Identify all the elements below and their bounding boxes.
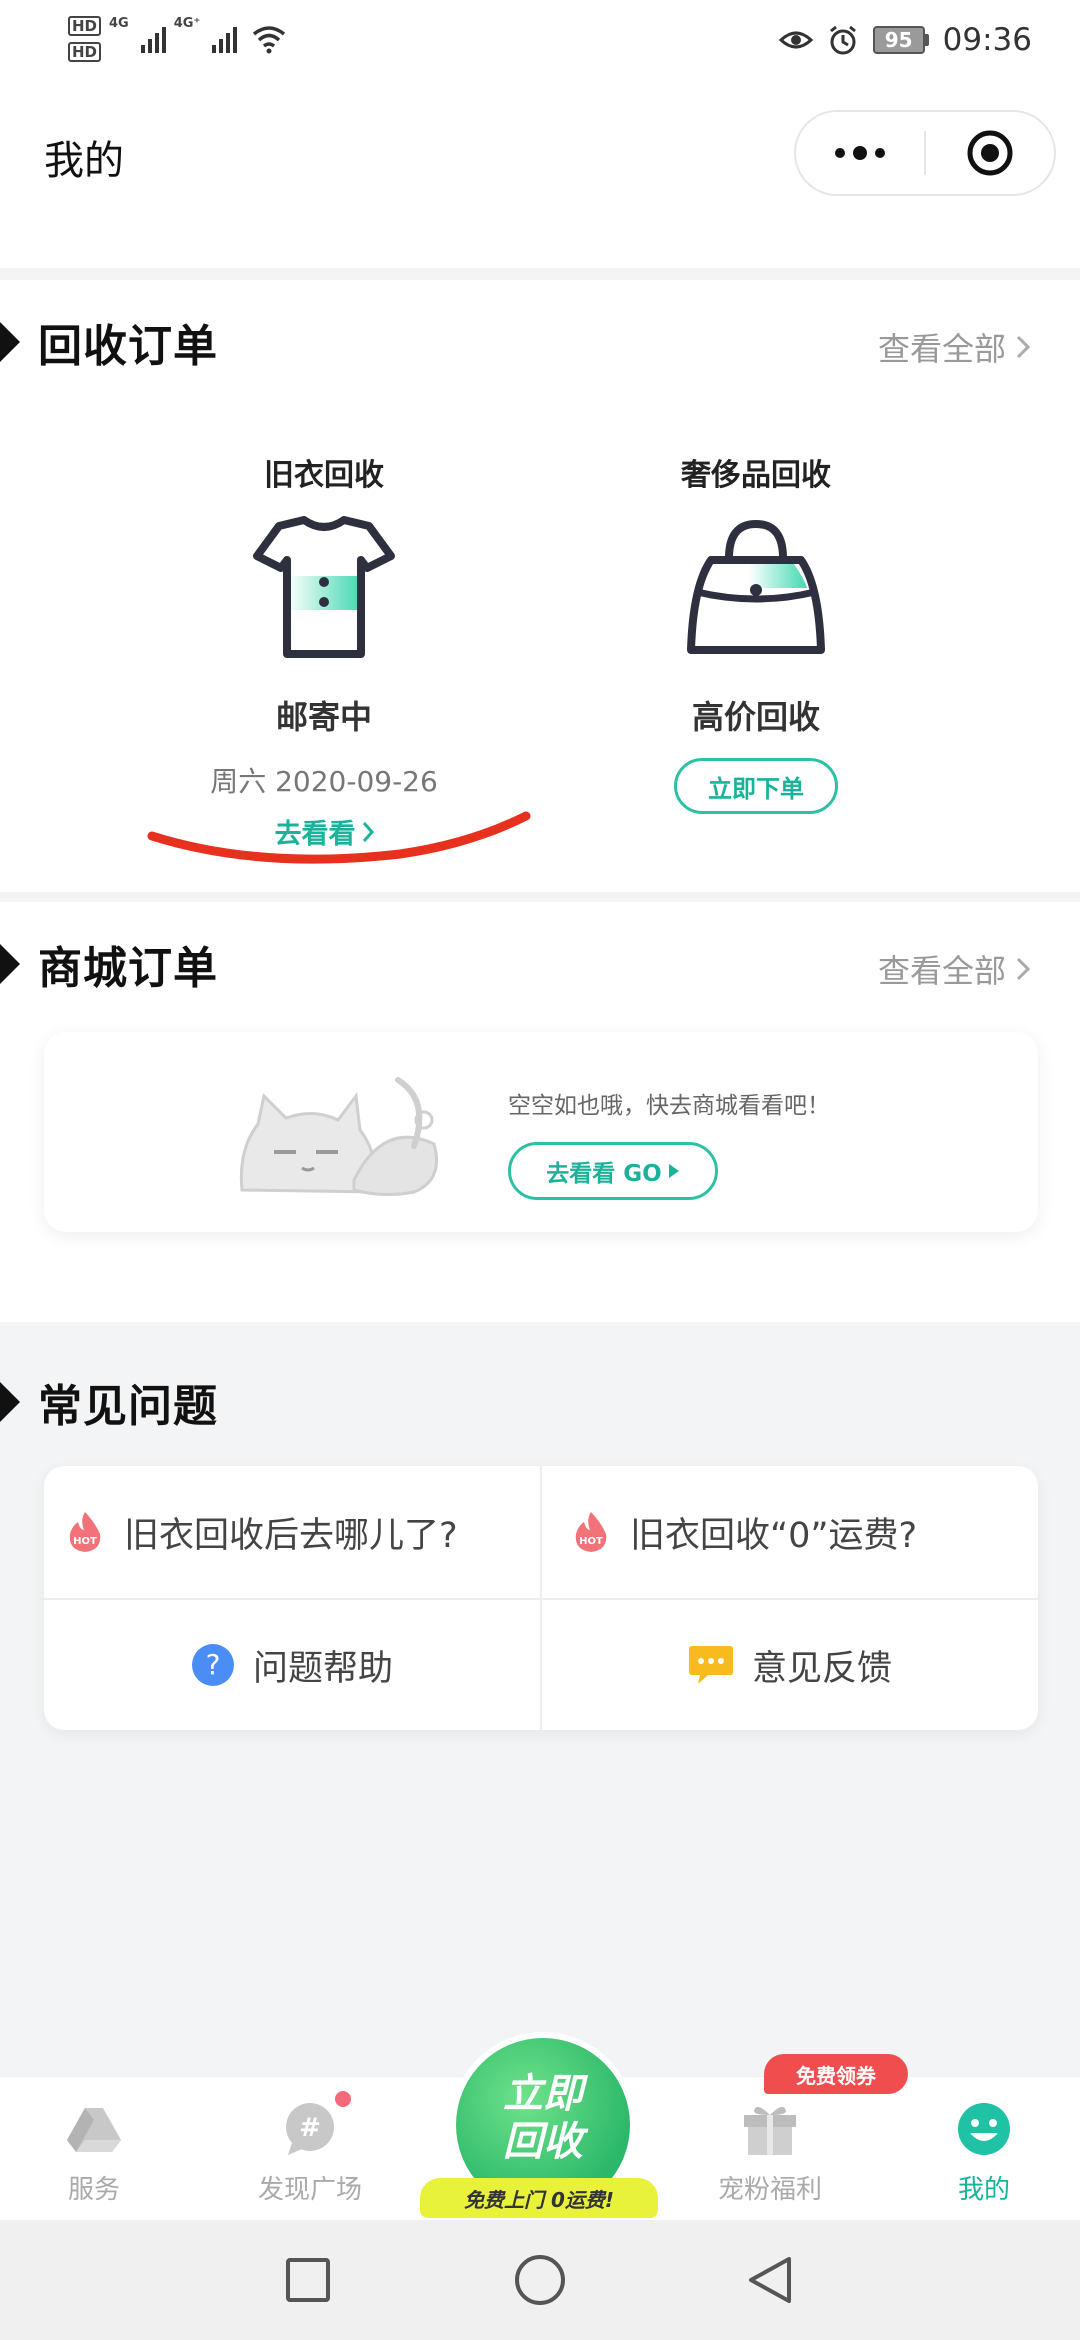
title-bar: 我的 [0,90,1080,268]
tab-welfare-label: 宠粉福利 [717,2175,822,2205]
coupon-badge: 免费领券 [764,2054,908,2094]
mini-program-capsule [794,110,1056,196]
feedback-icon [688,1646,733,1684]
network-type-2: 4G⁺ [173,16,201,31]
svg-text:HOT: HOT [73,1536,97,1547]
faq-item[interactable]: HOT 旧衣回收“0”运费? [572,1466,1038,1598]
tab-service[interactable]: 服务 [14,2099,174,2206]
recycle-orders-title: 回收订单 [38,321,218,372]
circle-icon [515,2255,565,2305]
recycle-now-label: 立即 回收 [503,2071,583,2165]
annotation-underline [147,811,531,864]
faq-title: 常见问题 [38,1381,218,1432]
more-button[interactable] [796,112,924,194]
tab-discover[interactable]: # 发现广场 [230,2099,390,2206]
view-all-label: 查看全部 [877,330,1006,368]
status-bar: HD HD 4G 4G⁺ 95 09:36 [0,0,1080,90]
sleeping-cat-illustration [239,1077,438,1197]
go-shopping-button[interactable]: 去看看 GO [508,1142,718,1200]
chevron-right-icon [1016,335,1030,359]
section-marker-icon [0,322,20,362]
svg-text:?: ? [206,1648,221,1681]
faq-item-text: 旧衣回收“0”运费? [630,1515,918,1556]
signal-icon [140,25,166,53]
back-button[interactable] [744,2254,796,2306]
tab-discover-label: 发现广场 [257,2175,362,2205]
tab-mine[interactable]: 我的 [904,2099,1064,2206]
hot-fire-icon: HOT [69,1512,101,1552]
feedback-label: 意见反馈 [751,1648,892,1689]
luxury-status: 高价回收 [691,698,820,736]
help-button[interactable]: ? 问题帮助 [44,1600,540,1730]
network-type-1: 4G [109,16,129,31]
triangle-back-icon [749,2257,791,2303]
gift-icon [744,2106,796,2155]
signal-icon-2 [212,25,238,53]
close-miniprogram-button[interactable] [926,112,1054,194]
tab-service-label: 服务 [67,2175,120,2205]
hot-fire-icon: HOT [575,1512,607,1552]
play-arrow-icon [668,1164,679,1178]
clothes-recycle-label: 旧衣回收 [264,458,384,493]
order-now-button[interactable]: 立即下单 [674,758,838,814]
clock: 09:36 [942,22,1032,58]
discover-icon: # [286,2103,334,2155]
chevron-right-icon [1016,957,1030,981]
battery-level: 95 [872,26,925,54]
hd-indicator-1: HD [68,16,102,36]
section-marker-icon [0,1382,20,1422]
clothes-recycle-card[interactable]: 旧衣回收 邮寄中 周六 2020-09-26 去看看 [174,450,474,851]
luxury-recycle-card[interactable]: 奢侈品回收 高价回收 立即下单 [606,450,906,814]
luxury-recycle-label: 奢侈品回收 [681,458,831,493]
tab-mine-label: 我的 [957,2175,1010,2205]
help-label: 问题帮助 [252,1648,393,1689]
clothes-order-date: 周六 2020-09-26 [210,765,438,798]
home-button[interactable] [514,2254,566,2306]
faq-header: 常见问题 [0,1370,218,1434]
more-dots-icon [835,146,885,160]
faq-item-text: 旧衣回收后去哪儿了? [124,1515,458,1556]
eye-icon [778,31,813,49]
feedback-button[interactable]: 意见反馈 [542,1600,1038,1730]
question-icon: ? [191,1644,234,1686]
go-shopping-label: 去看看 GO [546,1161,662,1187]
smile-icon [958,2103,1010,2155]
handbag-icon [687,519,825,654]
empty-mall-card: 空空如也哦，快去商城看看吧！ 去看看 GO [44,1032,1038,1232]
square-icon [286,2258,330,2302]
free-pickup-strip: 免费上门 0运费! [420,2178,658,2218]
alarm-icon [829,25,856,55]
empty-mall-text: 空空如也哦，快去商城看看吧！ [508,1093,830,1119]
faq-item[interactable]: HOT 旧衣回收后去哪儿了? [66,1466,540,1598]
battery-icon: 95 [872,26,929,54]
notification-dot [332,2088,354,2110]
view-all-label: 查看全部 [877,952,1006,990]
faq-card: HOT 旧衣回收后去哪儿了? HOT 旧衣回收“0”运费? ? 问题帮助 意见反… [44,1466,1038,1730]
tshirt-icon [253,516,395,658]
mall-orders-section: 商城订单 查看全部 空空如也哦，快去商城看看吧！ 去看看 GO [0,902,1080,1322]
wifi-icon [253,26,286,54]
hd-indicator-2: HD [68,42,102,62]
section-marker-icon [0,944,20,984]
service-icon [67,2108,121,2152]
svg-text:HOT: HOT [579,1536,603,1547]
clothes-order-status: 邮寄中 [275,698,372,736]
system-nav-bar [0,2220,1080,2340]
svg-text:#: # [299,2113,321,2143]
target-close-icon [967,130,1013,176]
mall-orders-title: 商城订单 [38,943,218,994]
recycle-view-all-link[interactable]: 查看全部 [878,324,1030,370]
recent-apps-button[interactable] [282,2254,334,2306]
page-title: 我的 [44,138,124,184]
mall-view-all-link[interactable]: 查看全部 [878,946,1030,992]
tab-welfare[interactable]: 宠粉福利 [690,2099,850,2206]
